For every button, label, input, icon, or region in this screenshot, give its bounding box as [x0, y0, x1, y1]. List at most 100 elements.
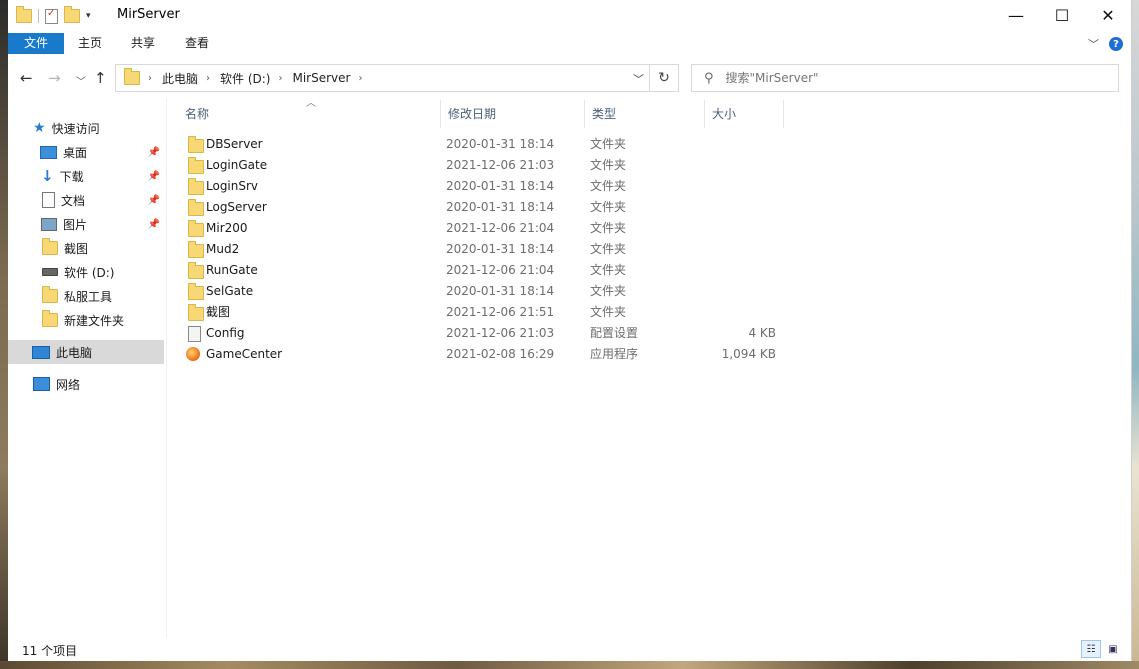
pane-divider[interactable] — [166, 98, 167, 638]
tab-share[interactable]: 共享 — [121, 33, 165, 54]
help-icon[interactable]: ? — [1109, 37, 1123, 51]
folder-icon — [188, 178, 204, 195]
large-icons-view-icon[interactable]: ▣ — [1103, 640, 1123, 658]
pin-icon[interactable]: 📌 — [148, 171, 160, 182]
file-row[interactable]: GameCenter 2021-02-08 16:29 应用程序 1,094 K… — [178, 344, 798, 365]
new-folder-icon[interactable] — [64, 6, 80, 23]
nav-item-desktop[interactable]: 桌面 📌 — [8, 140, 164, 164]
application-icon — [186, 347, 200, 361]
expand-ribbon-chevron-icon[interactable]: ﹀ — [1088, 36, 1099, 52]
file-row[interactable]: Mir200 2021-12-06 21:04 文件夹 — [178, 218, 798, 239]
folder-icon — [188, 262, 204, 279]
breadcrumb-drive-d[interactable]: 软件 (D:) — [220, 70, 270, 87]
nav-item-private-tools[interactable]: 私服工具 — [8, 284, 164, 308]
ribbon-tabs: 文件 主页 共享 查看 ﹀ ? — [8, 31, 1131, 54]
nav-item-new-folder[interactable]: 新建文件夹 — [8, 308, 164, 332]
drive-icon — [42, 268, 58, 276]
minimize-button[interactable]: — — [993, 0, 1039, 31]
file-name: SelGate — [206, 284, 254, 298]
up-arrow-icon[interactable]: ↑ — [94, 69, 107, 87]
nav-network[interactable]: 网络 — [8, 372, 164, 396]
file-row[interactable]: Config 2021-12-06 21:03 配置设置 4 KB — [178, 323, 798, 344]
forward-arrow-icon[interactable]: → — [48, 69, 61, 87]
nav-item-pictures[interactable]: 图片 📌 — [8, 212, 164, 236]
computer-icon — [32, 345, 50, 359]
customize-toolbar-icon[interactable]: ▾ — [86, 11, 91, 21]
address-folder-icon — [124, 68, 140, 85]
close-button[interactable]: ✕ — [1085, 0, 1131, 31]
chevron-right-icon[interactable]: › — [358, 73, 362, 84]
file-list: DBServer 2020-01-31 18:14 文件夹 LoginGate … — [178, 134, 798, 365]
nav-item-documents[interactable]: 文档 📌 — [8, 188, 164, 212]
properties-icon[interactable] — [45, 8, 58, 24]
nav-item-label: 图片 — [63, 217, 88, 232]
breadcrumb-mirserver[interactable]: MirServer — [292, 71, 350, 85]
file-name: Mud2 — [206, 242, 240, 256]
nav-item-drive-d[interactable]: 软件 (D:) — [8, 260, 164, 284]
nav-item-label: 截图 — [64, 241, 89, 256]
chevron-right-icon[interactable]: › — [206, 73, 210, 84]
search-input[interactable] — [723, 70, 1088, 86]
tab-view[interactable]: 查看 — [175, 33, 219, 54]
file-row[interactable]: DBServer 2020-01-31 18:14 文件夹 — [178, 134, 798, 155]
file-type: 文件夹 — [590, 158, 627, 172]
view-toggle: ☷ ▣ — [1081, 640, 1123, 658]
recent-locations-chevron-icon[interactable]: ﹀ — [76, 73, 86, 88]
file-row[interactable]: LoginGate 2021-12-06 21:03 文件夹 — [178, 155, 798, 176]
column-header-name[interactable]: 名称 — [178, 100, 440, 128]
file-row[interactable]: 截图 2021-12-06 21:51 文件夹 — [178, 302, 798, 323]
file-row[interactable]: LogServer 2020-01-31 18:14 文件夹 — [178, 197, 798, 218]
toolbar-separator — [38, 9, 39, 23]
file-row[interactable]: Mud2 2020-01-31 18:14 文件夹 — [178, 239, 798, 260]
ribbon-right-controls: ﹀ ? — [1088, 36, 1123, 52]
file-size: 1,094 KB — [721, 347, 776, 361]
nav-item-label: 文档 — [61, 193, 86, 208]
refresh-button[interactable]: ↻ — [649, 65, 678, 91]
star-icon: ★ — [33, 120, 46, 136]
explorer-window: ▾ MirServer — ☐ ✕ 文件 主页 共享 查看 ﹀ ? ← → ﹀ … — [8, 0, 1132, 661]
pin-icon[interactable]: 📌 — [148, 147, 160, 158]
file-name: DBServer — [206, 137, 263, 151]
file-date: 2021-12-06 21:03 — [446, 326, 555, 340]
nav-quick-access[interactable]: ★ 快速访问 — [8, 116, 164, 140]
navigation-row: ← → ﹀ ↑ › 此电脑 › 软件 (D:) › MirServer › ﹀ … — [8, 60, 1131, 96]
nav-item-screenshots[interactable]: 截图 — [8, 236, 164, 260]
file-type: 文件夹 — [590, 221, 627, 235]
document-icon — [42, 192, 55, 208]
chevron-right-icon[interactable]: › — [148, 73, 152, 84]
folder-icon — [188, 157, 204, 174]
pin-icon[interactable]: 📌 — [148, 219, 160, 230]
item-count: 11 个项目 — [22, 644, 78, 658]
file-type: 文件夹 — [590, 200, 627, 214]
file-row[interactable]: LoginSrv 2020-01-31 18:14 文件夹 — [178, 176, 798, 197]
column-header-size[interactable]: 大小 — [704, 100, 784, 128]
file-name: 截图 — [206, 305, 231, 319]
address-bar[interactable]: › 此电脑 › 软件 (D:) › MirServer › ﹀ ↻ — [115, 64, 679, 92]
nav-this-pc[interactable]: 此电脑 — [8, 340, 164, 364]
tab-home[interactable]: 主页 — [68, 33, 112, 54]
nav-item-label: 桌面 — [63, 145, 88, 160]
pictures-icon — [41, 217, 57, 231]
back-arrow-icon[interactable]: ← — [20, 69, 33, 87]
details-view-icon[interactable]: ☷ — [1081, 640, 1101, 658]
search-box[interactable]: ⚲ — [691, 64, 1119, 92]
nav-item-label: 新建文件夹 — [64, 313, 125, 328]
column-headers: ︿ 名称 修改日期 类型 大小 — [178, 98, 798, 128]
file-row[interactable]: SelGate 2020-01-31 18:14 文件夹 — [178, 281, 798, 302]
column-header-date[interactable]: 修改日期 — [440, 100, 584, 128]
file-name: LoginSrv — [206, 179, 259, 193]
address-dropdown-chevron-icon[interactable]: ﹀ — [633, 71, 644, 87]
breadcrumb-this-pc[interactable]: 此电脑 — [162, 70, 198, 87]
maximize-button[interactable]: ☐ — [1039, 0, 1085, 31]
file-type: 文件夹 — [590, 242, 627, 256]
tab-file[interactable]: 文件 — [8, 33, 64, 54]
column-header-type[interactable]: 类型 — [584, 100, 704, 128]
nav-item-downloads[interactable]: ↓ 下载 📌 — [8, 164, 164, 188]
file-row[interactable]: RunGate 2021-12-06 21:04 文件夹 — [178, 260, 798, 281]
chevron-right-icon[interactable]: › — [278, 73, 282, 84]
status-bar: 11 个项目 ☷ ▣ — [8, 639, 1131, 661]
file-name: Config — [206, 326, 245, 340]
download-icon: ↓ — [41, 167, 54, 185]
pin-icon[interactable]: 📌 — [148, 195, 160, 206]
file-date: 2021-12-06 21:03 — [446, 158, 555, 172]
